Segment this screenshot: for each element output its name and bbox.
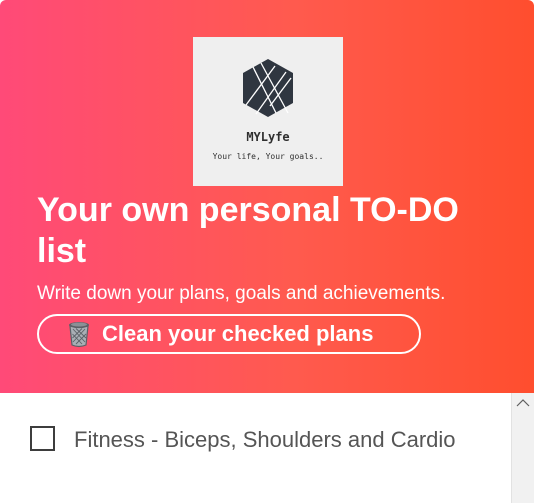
list-item: Fitness - Biceps, Shoulders and Cardio — [30, 426, 490, 454]
chevron-up-icon[interactable] — [512, 395, 534, 411]
todo-list: Fitness - Biceps, Shoulders and Cardio — [0, 393, 534, 503]
todo-checkbox[interactable] — [30, 426, 55, 451]
clean-button-label: Clean your checked plans — [102, 321, 374, 346]
clean-checked-plans-button[interactable]: Clean your checked plans — [37, 314, 421, 354]
todo-text: Fitness - Biceps, Shoulders and Cardio — [74, 427, 456, 452]
logo-tagline: Your life, Your goals.. — [212, 152, 324, 161]
page-title: Your own personal TO-DO list — [37, 191, 459, 270]
trash-icon — [69, 322, 89, 348]
hero-banner: MYLyfe Your life, Your goals.. Your own … — [0, 0, 534, 393]
app-logo: MYLyfe Your life, Your goals.. — [193, 37, 343, 186]
hexagon-logo-icon — [243, 59, 293, 117]
scrollbar[interactable] — [511, 393, 534, 503]
logo-name: MYLyfe — [246, 130, 290, 144]
page-subtitle: Write down your plans, goals and achieve… — [37, 283, 446, 304]
